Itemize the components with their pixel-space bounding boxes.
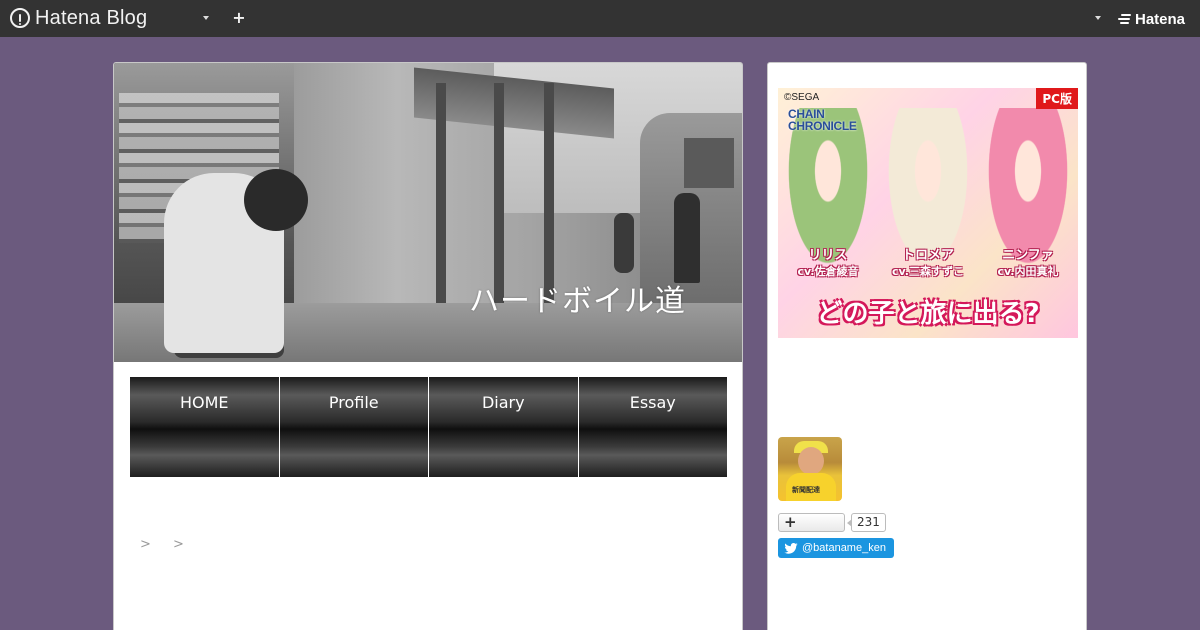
caret-down-icon[interactable] — [203, 16, 209, 20]
nav-item-essay[interactable]: Essay — [578, 377, 727, 477]
nav-item-diary[interactable]: Diary — [429, 377, 579, 477]
global-header: Hatena Blog + Hatena — [0, 0, 1200, 37]
ad-character-name: リリス — [808, 248, 848, 263]
breadcrumb: > > — [140, 537, 202, 552]
twitter-handle: @bataname_ken — [802, 542, 886, 554]
ad-character: ニンファ cv.内田真礼 — [978, 248, 1078, 280]
hatena-blog-logo-icon — [10, 8, 30, 28]
hatena-label: Hatena — [1135, 10, 1186, 28]
ad-platform-badge: PC版 — [1036, 88, 1078, 109]
ad-character-names: リリス cv.佐倉綾音 トロメア cv.三森すずこ ニンファ cv.内田真礼 — [778, 248, 1078, 280]
avatar-shirt-text: 新聞配達 — [792, 486, 820, 494]
ad-character: トロメア cv.三森すずこ — [878, 248, 978, 280]
caret-down-icon[interactable] — [1095, 16, 1101, 20]
main-content: ハードボイル道 HOME Profile Diary Essay > > — [113, 62, 743, 630]
twitter-follow-button[interactable]: @bataname_ken — [778, 538, 894, 558]
ad-character: リリス cv.佐倉綾音 — [778, 248, 878, 280]
avatar[interactable]: 新聞配達 — [778, 437, 842, 501]
twitter-bird-icon — [784, 542, 798, 554]
nav-item-profile[interactable]: Profile — [279, 377, 429, 477]
hatena-logo-icon — [1118, 13, 1132, 25]
plus-icon: + — [784, 512, 797, 531]
blog-title[interactable]: ハードボイル道 — [469, 276, 686, 320]
brand-name: Hatena Blog — [35, 6, 148, 29]
advertisement-banner[interactable]: ©SEGA CHAIN CHRONICLE PC版 リリス cv.佐倉綾音 トロ… — [778, 88, 1078, 338]
subscriber-count[interactable]: 231 — [847, 512, 886, 532]
subscribe-button[interactable]: + — [778, 512, 845, 532]
ad-copyright: ©SEGA — [784, 92, 820, 103]
sidebar: ©SEGA CHAIN CHRONICLE PC版 リリス cv.佐倉綾音 トロ… — [767, 62, 1087, 630]
ad-character-cv: cv.佐倉綾音 — [797, 265, 859, 278]
subscribe-row: + 231 — [778, 512, 886, 532]
hatena-blog-brand[interactable]: Hatena Blog — [10, 7, 147, 29]
ad-character-cv: cv.三森すずこ — [892, 265, 964, 278]
ad-tagline: どの子と旅に出る? — [816, 299, 1040, 329]
global-nav: HOME Profile Diary Essay — [130, 377, 727, 477]
blog-header-image[interactable]: ハードボイル道 — [114, 63, 742, 362]
nav-item-home[interactable]: HOME — [130, 377, 280, 477]
hatena-account-menu[interactable]: Hatena — [1118, 9, 1185, 29]
breadcrumb-separator: > — [173, 537, 184, 552]
ad-character-name: トロメア — [901, 248, 954, 263]
ad-game-logo: CHAIN CHRONICLE — [788, 107, 857, 133]
breadcrumb-separator: > — [140, 537, 151, 552]
ad-character-cv: cv.内田真礼 — [997, 265, 1059, 278]
ad-character-name: ニンファ — [1002, 248, 1054, 263]
plus-icon[interactable]: + — [232, 10, 246, 26]
